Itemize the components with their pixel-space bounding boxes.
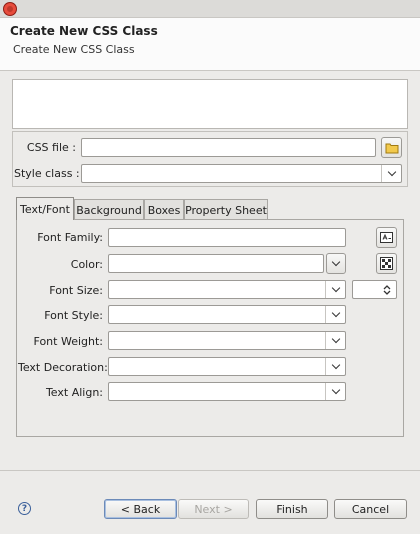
color-picker-button[interactable] <box>376 253 397 274</box>
folder-icon <box>385 143 398 153</box>
color-input[interactable] <box>108 254 324 273</box>
style-class-combo[interactable] <box>81 164 402 183</box>
chevron-down-icon[interactable] <box>325 332 345 349</box>
font-weight-label: Font Weight: <box>33 335 103 348</box>
font-picker-button[interactable] <box>376 227 397 248</box>
chevron-down-icon[interactable] <box>381 165 401 182</box>
font-family-label: Font Family: <box>37 231 103 244</box>
preview-area <box>12 79 408 129</box>
color-dropdown-button[interactable] <box>326 253 346 274</box>
spinner-arrows-icon[interactable] <box>383 284 391 296</box>
dialog-description: Create New CSS Class <box>13 43 135 56</box>
text-align-label: Text Align: <box>45 386 103 399</box>
chevron-down-icon[interactable] <box>325 383 345 400</box>
chevron-down-icon <box>331 257 341 267</box>
finish-button[interactable]: Finish <box>256 499 328 519</box>
chevron-down-icon[interactable] <box>325 306 345 323</box>
font-style-combo[interactable] <box>108 305 346 324</box>
font-style-label: Font Style: <box>44 309 103 322</box>
chevron-down-icon[interactable] <box>325 281 345 298</box>
browse-css-file-button[interactable] <box>381 137 402 158</box>
text-align-combo[interactable] <box>108 382 346 401</box>
tab-boxes[interactable]: Boxes <box>144 199 184 220</box>
next-button[interactable]: Next > <box>178 499 249 519</box>
text-decoration-label: Text Decoration: <box>18 361 108 374</box>
button-bar-separator <box>0 470 420 471</box>
font-family-input[interactable] <box>108 228 346 247</box>
style-class-label: Style class : <box>14 167 80 180</box>
back-button[interactable]: < Back <box>104 499 177 519</box>
dialog-title: Create New CSS Class <box>10 24 158 38</box>
color-picker-icon <box>380 257 393 270</box>
tab-property-sheet[interactable]: Property Sheet <box>184 199 268 220</box>
font-weight-combo[interactable] <box>108 331 346 350</box>
color-label: Color: <box>70 258 103 271</box>
app-icon[interactable] <box>3 2 17 16</box>
css-file-input[interactable] <box>81 138 376 157</box>
font-size-unit-spinner[interactable] <box>352 280 397 299</box>
font-size-combo[interactable] <box>108 280 346 299</box>
help-icon[interactable]: ? <box>18 502 31 515</box>
text-decoration-combo[interactable] <box>108 357 346 376</box>
chevron-down-icon[interactable] <box>325 358 345 375</box>
tab-panel-text-font <box>16 219 404 437</box>
font-picker-icon <box>380 232 393 243</box>
font-size-label: Font Size: <box>49 284 103 297</box>
window-titlebar <box>0 0 420 18</box>
tab-background[interactable]: Background <box>74 199 144 220</box>
cancel-button[interactable]: Cancel <box>334 499 407 519</box>
tab-text-font[interactable]: Text/Font <box>16 197 74 220</box>
css-file-label: CSS file : <box>26 141 76 154</box>
